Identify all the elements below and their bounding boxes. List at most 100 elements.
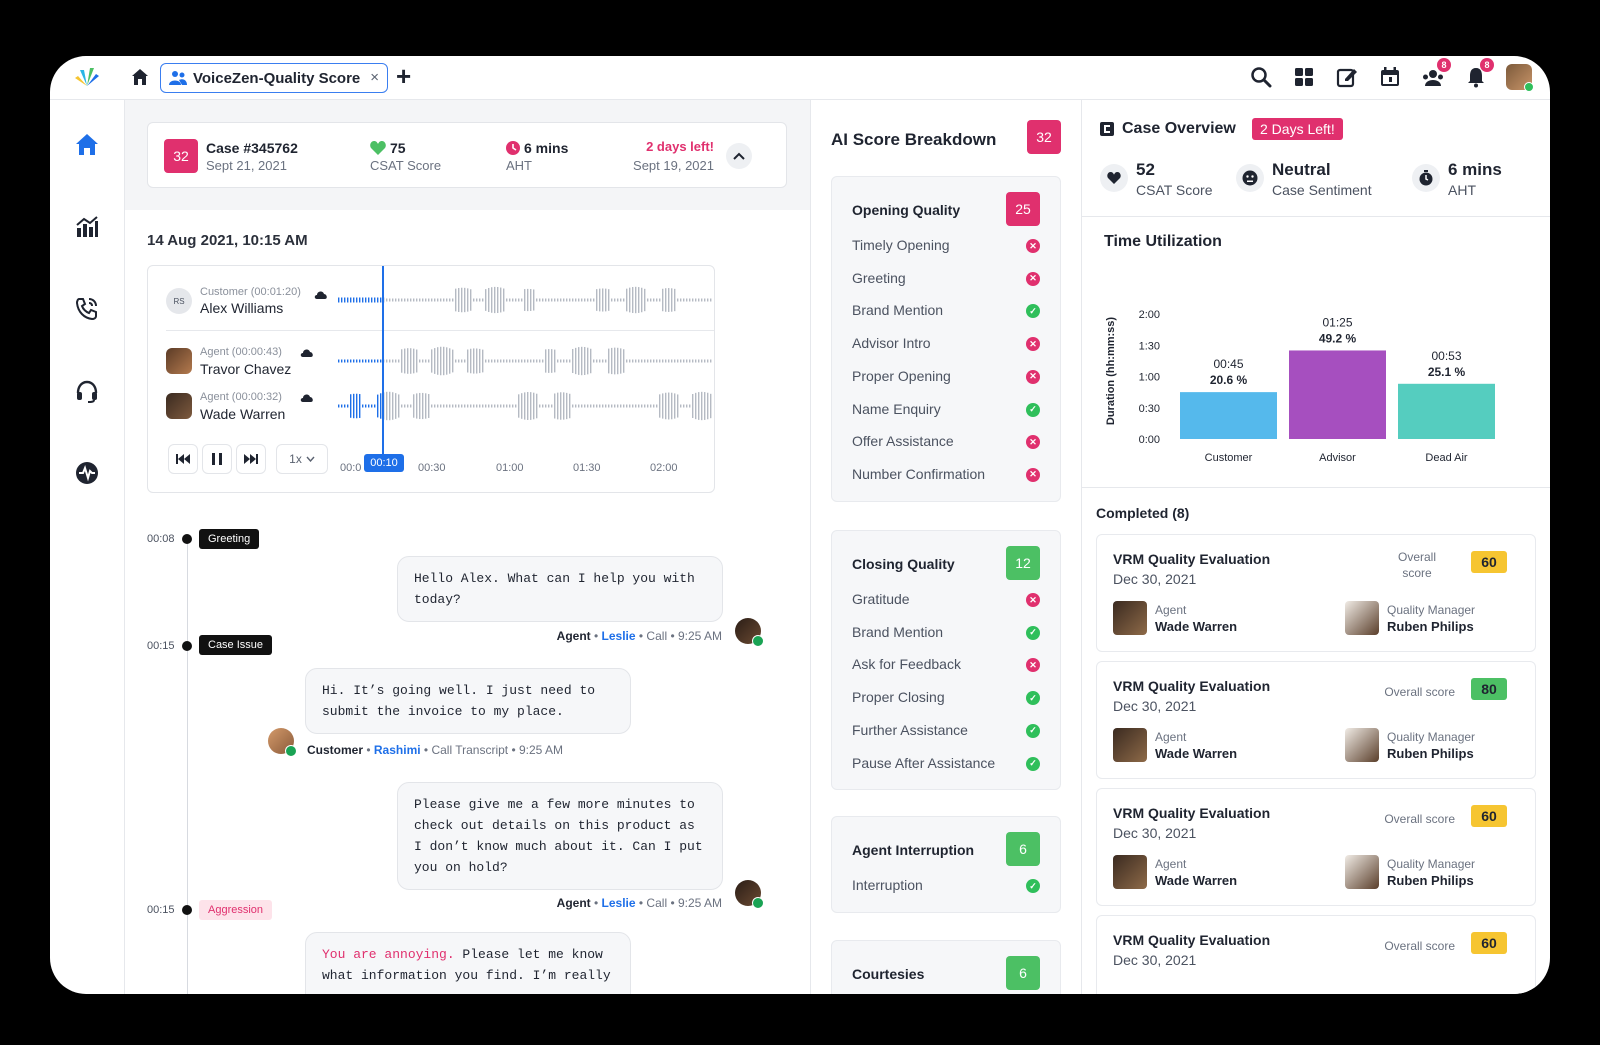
team-icon[interactable]: 8 bbox=[1420, 58, 1451, 90]
analytics-icon[interactable] bbox=[74, 214, 100, 240]
waveform-bar bbox=[542, 359, 544, 363]
headset-icon[interactable] bbox=[74, 378, 100, 404]
bar-value-label: 01:25 bbox=[1322, 315, 1352, 329]
criterion-label: Proper Closing bbox=[852, 689, 945, 706]
message-line: You are annoying. Please let me know bbox=[322, 947, 603, 962]
home-nav-icon[interactable] bbox=[74, 132, 100, 158]
add-tab-button[interactable]: + bbox=[396, 62, 411, 90]
edit-icon[interactable] bbox=[1334, 64, 1360, 90]
timeline-tag[interactable]: Aggression bbox=[199, 900, 273, 920]
waveform-bar bbox=[443, 404, 445, 408]
agent-link[interactable]: Leslie bbox=[602, 629, 636, 643]
waveform-bar bbox=[524, 359, 526, 363]
cloud-download-icon[interactable] bbox=[300, 393, 314, 403]
waveform-bar bbox=[551, 404, 553, 408]
collapse-button[interactable] bbox=[726, 143, 752, 169]
waveform-bar bbox=[401, 298, 403, 302]
waveform-bar bbox=[341, 297, 343, 303]
activity-icon[interactable] bbox=[74, 460, 100, 486]
waveform-bar bbox=[347, 404, 349, 408]
pause-button[interactable] bbox=[202, 444, 232, 474]
skip-back-button[interactable] bbox=[168, 444, 198, 474]
agent-link[interactable]: Leslie bbox=[602, 896, 636, 910]
waveform-bar bbox=[470, 348, 472, 374]
home-icon[interactable] bbox=[130, 67, 150, 87]
waveform-bar bbox=[377, 359, 379, 363]
search-icon[interactable] bbox=[1248, 64, 1274, 90]
waveform-bar bbox=[512, 359, 514, 363]
waveform-bar bbox=[488, 404, 490, 408]
waveform-bar bbox=[659, 359, 661, 363]
waveform-bar bbox=[347, 359, 349, 363]
waveform-bar bbox=[344, 359, 346, 363]
chevron-down-icon bbox=[306, 456, 315, 462]
message-bubble: Hello Alex. What can I help you with tod… bbox=[397, 556, 723, 622]
section-title: Opening Quality bbox=[852, 202, 961, 218]
time-tick: 01:00 bbox=[496, 462, 524, 474]
playhead[interactable] bbox=[382, 266, 384, 458]
waveform-bar bbox=[464, 359, 466, 363]
waveform-bar bbox=[458, 288, 460, 312]
agent-name: Wade Warren bbox=[1155, 746, 1238, 761]
waveform-bar bbox=[629, 287, 631, 313]
evaluation-date: Dec 30, 2021 bbox=[1113, 698, 1197, 714]
waveform-bar bbox=[545, 404, 547, 408]
cross-icon: ✕ bbox=[1026, 337, 1040, 352]
apps-grid-icon[interactable] bbox=[1291, 64, 1317, 90]
check-icon: ✓ bbox=[1026, 723, 1040, 738]
close-tab-icon[interactable]: × bbox=[370, 69, 379, 86]
skip-forward-button[interactable] bbox=[236, 444, 266, 474]
waveform-bar bbox=[671, 288, 673, 312]
playback-speed-select[interactable]: 1x bbox=[276, 444, 328, 474]
waveform-bar bbox=[545, 349, 547, 373]
overall-score: 60 bbox=[1471, 551, 1507, 573]
waveform-bar bbox=[611, 347, 613, 375]
waveform-bar bbox=[560, 298, 562, 302]
waveform-bar bbox=[410, 348, 412, 374]
waveform-bar bbox=[488, 287, 490, 313]
cloud-download-icon[interactable] bbox=[300, 348, 314, 358]
waveform-bar bbox=[680, 404, 682, 408]
phone-call-icon[interactable] bbox=[74, 296, 100, 322]
tab-voicezen-quality-score[interactable]: VoiceZen-Quality Score × bbox=[160, 63, 388, 93]
agent-avatar bbox=[1113, 855, 1147, 889]
waveform-bar bbox=[608, 348, 610, 374]
waveform-bar bbox=[395, 298, 397, 302]
evaluation-card[interactable]: VRM Quality Evaluation Dec 30, 2021 Overal… bbox=[1096, 534, 1536, 652]
calendar-icon[interactable] bbox=[1377, 64, 1403, 90]
waveform-bar bbox=[386, 298, 388, 302]
cross-icon: ✕ bbox=[1026, 593, 1040, 607]
waveform-bar bbox=[509, 298, 511, 302]
waveform-bar bbox=[647, 298, 649, 302]
waveform-bar bbox=[386, 359, 388, 363]
waveform-bar bbox=[494, 404, 496, 408]
waveform-bar bbox=[683, 298, 685, 302]
waveform-bar bbox=[659, 298, 661, 302]
waveform-bar bbox=[479, 404, 481, 408]
quality-manager-role: Quality Manager bbox=[1387, 603, 1476, 617]
evaluation-card[interactable]: VRM Quality Evaluation Dec 30, 2021 Overal… bbox=[1096, 661, 1536, 779]
waveform-bar bbox=[605, 359, 607, 363]
evaluation-card[interactable]: VRM Quality Evaluation Dec 30, 2021 Overal… bbox=[1096, 788, 1536, 906]
user-avatar[interactable] bbox=[1506, 64, 1534, 92]
cloud-download-icon[interactable] bbox=[314, 290, 328, 300]
bell-icon[interactable]: 8 bbox=[1463, 58, 1494, 90]
evaluation-card[interactable]: VRM Quality Evaluation Dec 30, 2021 Overal… bbox=[1096, 915, 1536, 994]
waveforms[interactable] bbox=[338, 266, 714, 458]
waveform-bar bbox=[653, 404, 655, 408]
waveform-bar bbox=[362, 297, 364, 303]
aggression-highlight: You are annoying. bbox=[322, 947, 455, 962]
waveform-bar bbox=[503, 404, 505, 408]
app-logo-icon[interactable] bbox=[72, 66, 102, 88]
timeline-tag[interactable]: Case Issue bbox=[199, 635, 273, 655]
waveform-bar bbox=[500, 287, 502, 313]
timeline-tag[interactable]: Greeting bbox=[199, 529, 260, 549]
criterion-label: Offer Assistance bbox=[852, 433, 954, 450]
waveform-bar bbox=[539, 404, 541, 408]
waveform-bar bbox=[356, 393, 358, 419]
waveform-bar bbox=[563, 392, 565, 420]
waveform-bar bbox=[497, 404, 499, 408]
waveform-bar bbox=[692, 298, 694, 302]
waveform-bar bbox=[494, 286, 496, 314]
customer-link[interactable]: Rashimi bbox=[374, 743, 421, 757]
